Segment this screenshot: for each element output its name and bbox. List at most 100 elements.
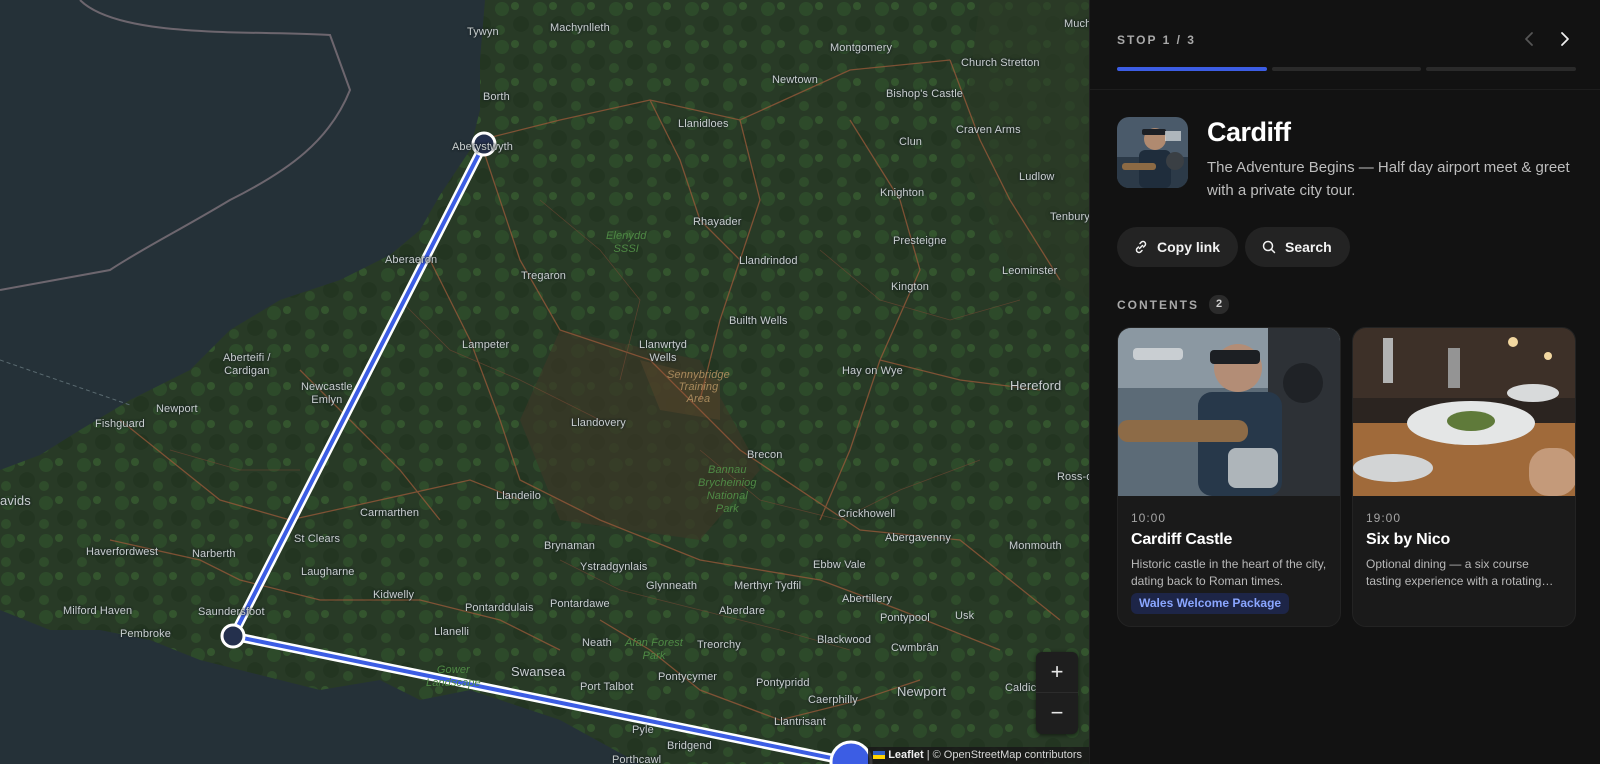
map-label: Swansea	[511, 664, 566, 679]
card-description: Historic castle in the heart of the city…	[1131, 557, 1327, 588]
search-button[interactable]: Search	[1245, 227, 1350, 267]
map-label: Knighton	[880, 187, 925, 199]
contents-label: CONTENTS	[1117, 297, 1199, 312]
card-time: 10:00	[1131, 511, 1167, 525]
zoom-out-button[interactable]: −	[1036, 693, 1078, 734]
map-label: Aberdare	[719, 605, 766, 617]
next-stop-chevron-icon[interactable]	[1554, 29, 1574, 49]
stop-header: STOP 1 / 3	[1117, 31, 1576, 47]
map-label: Brecon	[747, 449, 783, 461]
map-label: Fishguard	[95, 418, 145, 430]
search-label: Search	[1285, 239, 1332, 255]
map-label: Church Stretton	[961, 57, 1040, 69]
progress-segment	[1271, 67, 1422, 71]
map-label: Laugharne	[301, 566, 355, 578]
map-label: Newport	[897, 684, 947, 699]
map-label: Brynaman	[544, 540, 595, 552]
zoom-control: + −	[1036, 652, 1078, 734]
leaflet-link[interactable]: Leaflet	[888, 749, 923, 761]
map-label: Blackwood	[817, 634, 872, 646]
map-attribution: Leaflet | © OpenStreetMap contributors	[868, 747, 1089, 764]
ukraine-flag-icon	[873, 751, 886, 759]
map-label: Presteigne	[893, 235, 947, 247]
contents-count-badge: 2	[1209, 295, 1229, 314]
map-label: Saundersfoot	[198, 606, 265, 618]
map-label: Kington	[891, 281, 930, 293]
map-label: Clun	[899, 136, 923, 148]
zoom-in-button[interactable]: +	[1036, 652, 1078, 693]
card-time: 19:00	[1366, 511, 1402, 525]
map-label: Aberystwyth	[452, 141, 514, 153]
previous-stop-chevron-icon[interactable]	[1520, 29, 1540, 49]
map-label: avids	[0, 493, 31, 508]
map-label: Pontardawe	[550, 598, 610, 610]
map-label: Leominster	[1002, 265, 1058, 277]
map-label: Carmarthen	[360, 507, 420, 519]
map-label: Treorchy	[697, 639, 741, 651]
map-label: Hay on Wye	[842, 365, 903, 377]
map-label: Caerphilly	[808, 694, 858, 706]
stop-progress-bar	[1117, 67, 1577, 71]
map-label: Narberth	[192, 548, 236, 560]
map-label: Craven Arms	[956, 124, 1021, 136]
package-tag: Wales Welcome Package	[1131, 593, 1290, 614]
map-label: Ystradgynlais	[580, 561, 648, 573]
map-label: Haverfordwest	[86, 546, 159, 558]
map-label: Pontarddulais	[465, 602, 534, 614]
map-label: Tenbury	[1050, 211, 1089, 223]
map-label: Ludlow	[1019, 171, 1055, 183]
map-label: Rhayader	[693, 216, 742, 228]
attribution-text[interactable]: | © OpenStreetMap contributors	[927, 749, 1082, 761]
progress-segment	[1426, 67, 1577, 71]
map-label: Machynlleth	[550, 22, 610, 34]
map-label: Llandovery	[571, 417, 626, 429]
map-label: Llantrisant	[774, 716, 826, 728]
copy-link-label: Copy link	[1157, 239, 1221, 255]
map-label: Tywyn	[467, 26, 499, 38]
map-label: Montgomery	[830, 42, 893, 54]
map-label: Abergavenny	[885, 532, 951, 544]
map-label: Caldic	[1005, 682, 1037, 694]
map-area-label: Elenydd SSSI	[606, 230, 647, 255]
map-label: Aberteifi / Cardigan	[223, 352, 271, 377]
map-label: Pontycymer	[658, 671, 718, 683]
map-label: Llanidloes	[678, 118, 729, 130]
stop-thumbnail	[1117, 117, 1188, 188]
stop-title: Cardiff	[1207, 117, 1291, 147]
map-label: Glynneath	[646, 580, 698, 592]
map-area-label: Bannau Brycheiniog National Park	[698, 464, 757, 515]
card-title: Six by Nico	[1366, 531, 1451, 548]
map-area-label: Afan Forest Park	[625, 637, 683, 662]
map-label: Usk	[955, 610, 975, 622]
map-label: Neath	[582, 637, 612, 649]
map-label: Ross-o	[1057, 471, 1089, 483]
map-label: Crickhowell	[838, 508, 896, 520]
card-image	[1353, 328, 1575, 496]
map-label: Bishop's Castle	[886, 88, 963, 100]
map-label: Bridgend	[667, 740, 712, 752]
map-label: Pembroke	[120, 628, 171, 640]
map-label: Merthyr Tydfil	[734, 580, 802, 592]
stop-description: The Adventure Begins — Half day airport …	[1207, 159, 1570, 199]
map-label: Ebbw Vale	[813, 559, 866, 571]
map-label: Pontypool	[880, 612, 930, 624]
map-label: Newtown	[772, 74, 818, 86]
map-label: Lampeter	[462, 339, 510, 351]
map-label: St Clears	[294, 533, 341, 545]
map-label: Aberaeron	[385, 254, 438, 266]
map-view[interactable]: Machynlleth Tywyn Borth Aberystwyth Llan…	[0, 0, 1089, 764]
content-card-cardiff-castle[interactable]: 10:00 Cardiff Castle Historic castle in …	[1117, 327, 1341, 627]
map-label: Llandeilo	[496, 490, 541, 502]
map-label: Tregaron	[521, 270, 567, 282]
copy-link-button[interactable]: Copy link	[1117, 227, 1239, 267]
divider	[1090, 89, 1600, 90]
map-label: Milford Haven	[63, 605, 133, 617]
progress-segment	[1117, 67, 1267, 71]
content-card-six-by-nico[interactable]: 19:00 Six by Nico Optional dining — a si…	[1352, 327, 1576, 627]
map-area-label: Sennybridge Training Area	[667, 369, 730, 405]
map-label: Much	[1064, 18, 1089, 30]
stop-counter: STOP 1 / 3	[1117, 33, 1196, 47]
map-label: Builth Wells	[729, 315, 788, 327]
stop-marker-saundersfoot[interactable]	[220, 623, 246, 649]
map-label: Abertillery	[842, 593, 893, 605]
